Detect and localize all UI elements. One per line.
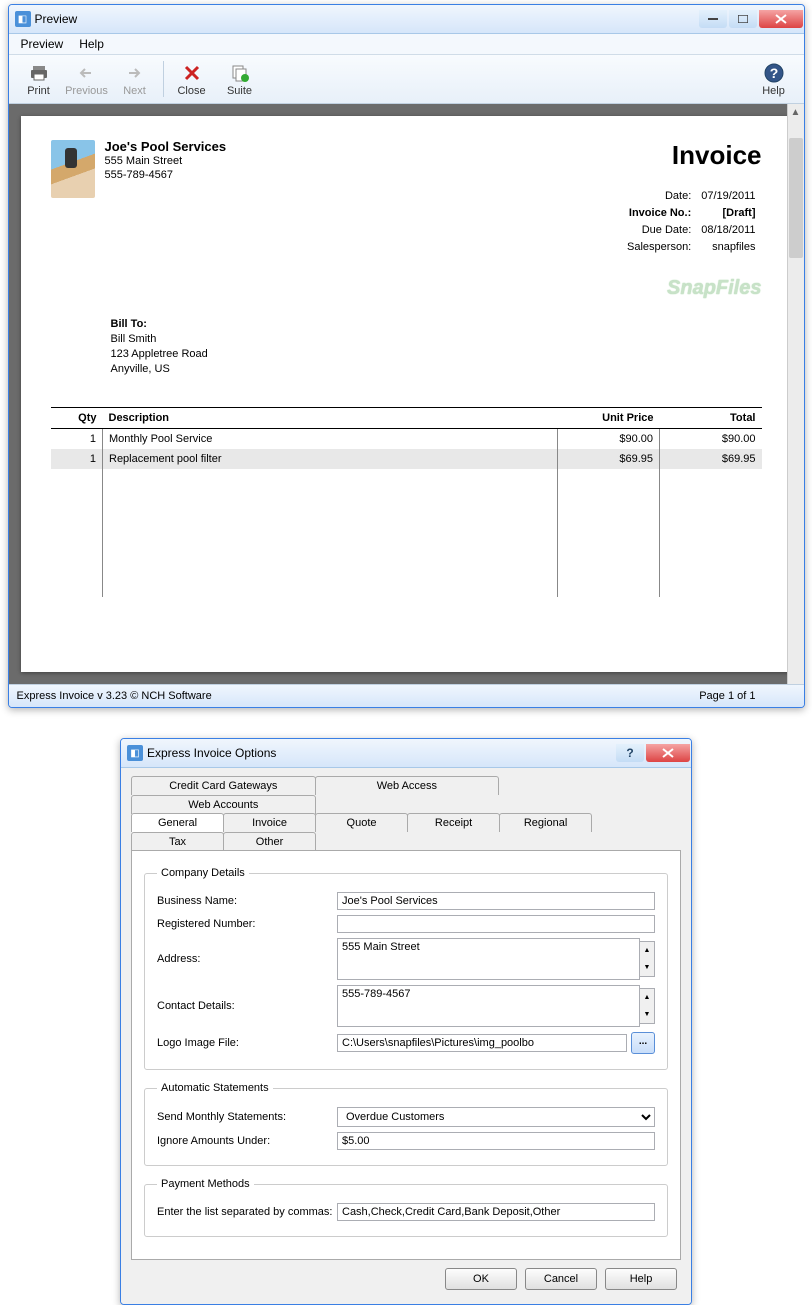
cancel-button[interactable]: Cancel [525, 1268, 597, 1290]
arrow-left-icon [79, 61, 95, 85]
table-row: 1Monthly Pool Service$90.00$90.00 [51, 429, 762, 450]
close-button[interactable] [759, 10, 803, 28]
invoice-title: Invoice [621, 140, 761, 171]
printer-icon [29, 61, 49, 85]
suite-button[interactable]: Suite [216, 57, 264, 101]
tab-panel: Company Details Business Name: Registere… [131, 850, 681, 1260]
automatic-statements-group: Automatic Statements Send Monthly Statem… [144, 1082, 668, 1166]
help-toolbar-button[interactable]: ?Help [750, 57, 798, 101]
company-details-group: Company Details Business Name: Registere… [144, 867, 668, 1070]
spin-up-icon: ▲ [640, 942, 654, 959]
line-items-table: Qty Description Unit Price Total 1Monthl… [51, 407, 762, 597]
spin-down-icon: ▼ [640, 1006, 654, 1023]
dialog-help-button[interactable]: ? [616, 744, 644, 762]
contact-spinner[interactable]: ▲▼ [640, 988, 655, 1024]
registered-number-input[interactable] [337, 915, 655, 933]
bill-to: Bill To: Bill Smith 123 Appletree Road A… [111, 317, 762, 377]
payment-methods-input[interactable] [337, 1203, 655, 1221]
tab-web-accounts[interactable]: Web Accounts [131, 795, 316, 814]
dialog-close-button[interactable] [646, 744, 690, 762]
menu-help[interactable]: Help [71, 35, 112, 53]
company-info: Joe's Pool Services 555 Main Street 555-… [105, 140, 227, 182]
minimize-button[interactable] [699, 10, 727, 28]
window-title: Preview [35, 12, 698, 26]
preview-content: Joe's Pool Services 555 Main Street 555-… [9, 104, 804, 684]
tab-other[interactable]: Other [223, 832, 316, 851]
ignore-amount-input[interactable] [337, 1132, 655, 1150]
tab-cc-gateways[interactable]: Credit Card Gateways [131, 776, 316, 795]
address-spinner[interactable]: ▲▼ [640, 941, 655, 977]
dialog-titlebar[interactable]: ◧ Express Invoice Options ? [121, 739, 691, 768]
contact-input[interactable]: 555-789-4567 [337, 985, 640, 1027]
help-icon: ? [764, 61, 784, 85]
help-button[interactable]: Help [605, 1268, 677, 1290]
table-row: 1Replacement pool filter$69.95$69.95 [51, 449, 762, 469]
business-name-input[interactable] [337, 892, 655, 910]
address-input[interactable]: 555 Main Street [337, 938, 640, 980]
browse-button[interactable]: ... [631, 1032, 655, 1054]
send-monthly-select[interactable]: Overdue Customers [337, 1107, 655, 1127]
spin-up-icon: ▲ [640, 989, 654, 1006]
payment-methods-group: Payment Methods Enter the list separated… [144, 1178, 668, 1237]
statusbar: Express Invoice v 3.23 © NCH Software Pa… [9, 684, 804, 707]
svg-text:?: ? [769, 65, 778, 81]
invoice-page: Joe's Pool Services 555 Main Street 555-… [21, 116, 792, 672]
close-x-icon [183, 61, 201, 85]
status-left: Express Invoice v 3.23 © NCH Software [17, 690, 212, 702]
tab-receipt[interactable]: Receipt [407, 813, 500, 832]
toolbar: Print Previous Next Close Suite ?Help [9, 55, 804, 104]
scroll-up-icon[interactable]: ▲ [788, 104, 804, 120]
spin-down-icon: ▼ [640, 959, 654, 976]
app-icon: ◧ [15, 11, 31, 27]
tab-web-access[interactable]: Web Access [315, 776, 500, 795]
tab-quote[interactable]: Quote [315, 813, 408, 832]
arrow-right-icon [127, 61, 143, 85]
close-toolbar-button[interactable]: Close [168, 57, 216, 101]
next-button[interactable]: Next [111, 57, 159, 101]
tabs-top: Credit Card Gateways Web Access Web Acco… [131, 776, 681, 814]
tab-general[interactable]: General [131, 813, 224, 832]
dialog-title: Express Invoice Options [147, 746, 615, 760]
menu-preview[interactable]: Preview [13, 35, 72, 53]
scroll-thumb[interactable] [789, 138, 803, 258]
options-dialog: ◧ Express Invoice Options ? Credit Card … [120, 738, 692, 1305]
previous-button[interactable]: Previous [63, 57, 111, 101]
status-page: Page 1 of 1 [699, 690, 755, 702]
tab-invoice[interactable]: Invoice [223, 813, 316, 832]
maximize-button[interactable] [729, 10, 757, 28]
tabs-bottom: General Invoice Quote Receipt Regional T… [131, 813, 681, 851]
tab-regional[interactable]: Regional [499, 813, 592, 832]
suite-icon [231, 61, 249, 85]
preview-window: ◧ Preview Preview Help Print Previous Ne… [8, 4, 805, 708]
titlebar[interactable]: ◧ Preview [9, 5, 804, 34]
vertical-scrollbar[interactable]: ▲ [787, 104, 804, 684]
watermark: SnapFiles [667, 277, 761, 300]
app-icon: ◧ [127, 745, 143, 761]
company-logo [51, 140, 95, 198]
logo-path-input[interactable] [337, 1034, 627, 1052]
ok-button[interactable]: OK [445, 1268, 517, 1290]
print-button[interactable]: Print [15, 57, 63, 101]
tab-tax[interactable]: Tax [131, 832, 224, 851]
menubar: Preview Help [9, 34, 804, 55]
invoice-meta: Date:07/19/2011 Invoice No.:[Draft] Due … [621, 187, 761, 257]
